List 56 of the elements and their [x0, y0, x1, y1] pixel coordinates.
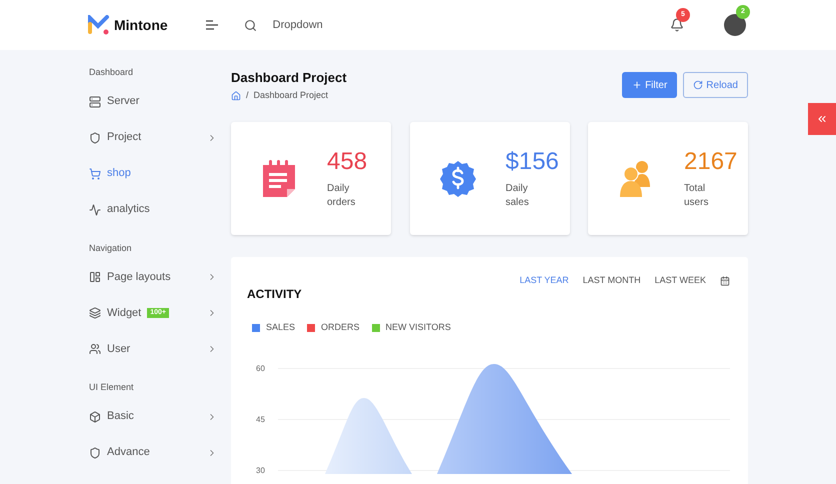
calendar-icon[interactable] — [720, 276, 730, 286]
side-panel-toggle[interactable] — [808, 103, 836, 135]
range-tab[interactable]: LAST WEEK — [654, 274, 706, 288]
breadcrumb-separator: / — [246, 89, 249, 102]
sidebar-item[interactable]: Server — [89, 84, 217, 120]
legend-label: NEW VISITORS — [386, 321, 451, 334]
layers-icon — [89, 307, 101, 319]
pulse-icon — [89, 204, 101, 216]
axis-label: 60 — [256, 362, 266, 374]
layout-icon — [89, 271, 101, 283]
notification-bell-icon[interactable] — [670, 18, 684, 32]
dropdown-link[interactable]: Dropdown — [272, 16, 323, 34]
notepad-icon — [261, 158, 297, 198]
logo-icon — [88, 15, 110, 35]
sidebar-section-title: UI Element — [89, 381, 135, 394]
server-icon — [89, 96, 101, 108]
search-icon[interactable] — [244, 18, 257, 32]
sidebar-section-title: Navigation — [89, 242, 133, 255]
breadcrumb-item: Dashboard Project — [254, 89, 328, 102]
sidebar-item[interactable]: Project — [89, 120, 217, 156]
axis-label: 45 — [256, 414, 266, 426]
avatar[interactable] — [724, 14, 746, 36]
users-icon — [89, 343, 101, 355]
legend-label: SALES — [266, 321, 296, 334]
cube-icon — [89, 410, 101, 422]
plus-icon — [632, 80, 642, 90]
sidebar-item[interactable]: Page layouts — [89, 259, 217, 295]
reload-icon — [693, 80, 704, 90]
menu-icon[interactable] — [206, 20, 218, 30]
stat-label: Daily orders — [327, 182, 356, 210]
double-chevron-icon — [816, 113, 828, 125]
brand-name: Mintone — [114, 16, 168, 34]
shield-icon — [89, 132, 101, 144]
stat-value: $156 — [506, 148, 559, 176]
sidebar-item[interactable]: User — [89, 331, 217, 367]
stat-value: 2167 — [684, 148, 738, 176]
reload-button[interactable]: Reload — [683, 72, 748, 98]
legend-label: ORDERS — [321, 321, 360, 334]
page-title: Dashboard Project — [231, 70, 347, 86]
shield-icon — [89, 446, 101, 458]
cart-icon — [89, 168, 101, 180]
activity-title: ACTIVITY — [247, 286, 302, 303]
home-icon[interactable] — [231, 90, 241, 101]
range-tab[interactable]: LAST MONTH — [582, 274, 641, 288]
sidebar-item[interactable]: shop — [89, 156, 217, 192]
sidebar-item[interactable]: Basic — [89, 398, 217, 434]
stat-label: Daily sales — [506, 182, 530, 210]
range-tab[interactable]: LAST YEAR — [520, 274, 569, 288]
axis-label: 30 — [256, 464, 266, 476]
sidebar-item[interactable]: analytics — [89, 192, 217, 228]
dollar-badge-icon — [440, 158, 476, 198]
sidebar-item[interactable]: Advance — [89, 434, 217, 470]
sidebar-section-title: Dashboard — [89, 66, 134, 79]
stat-label: Total users — [684, 182, 710, 210]
stat-value: 458 — [327, 148, 368, 176]
filter-button[interactable]: Filter — [622, 72, 678, 98]
